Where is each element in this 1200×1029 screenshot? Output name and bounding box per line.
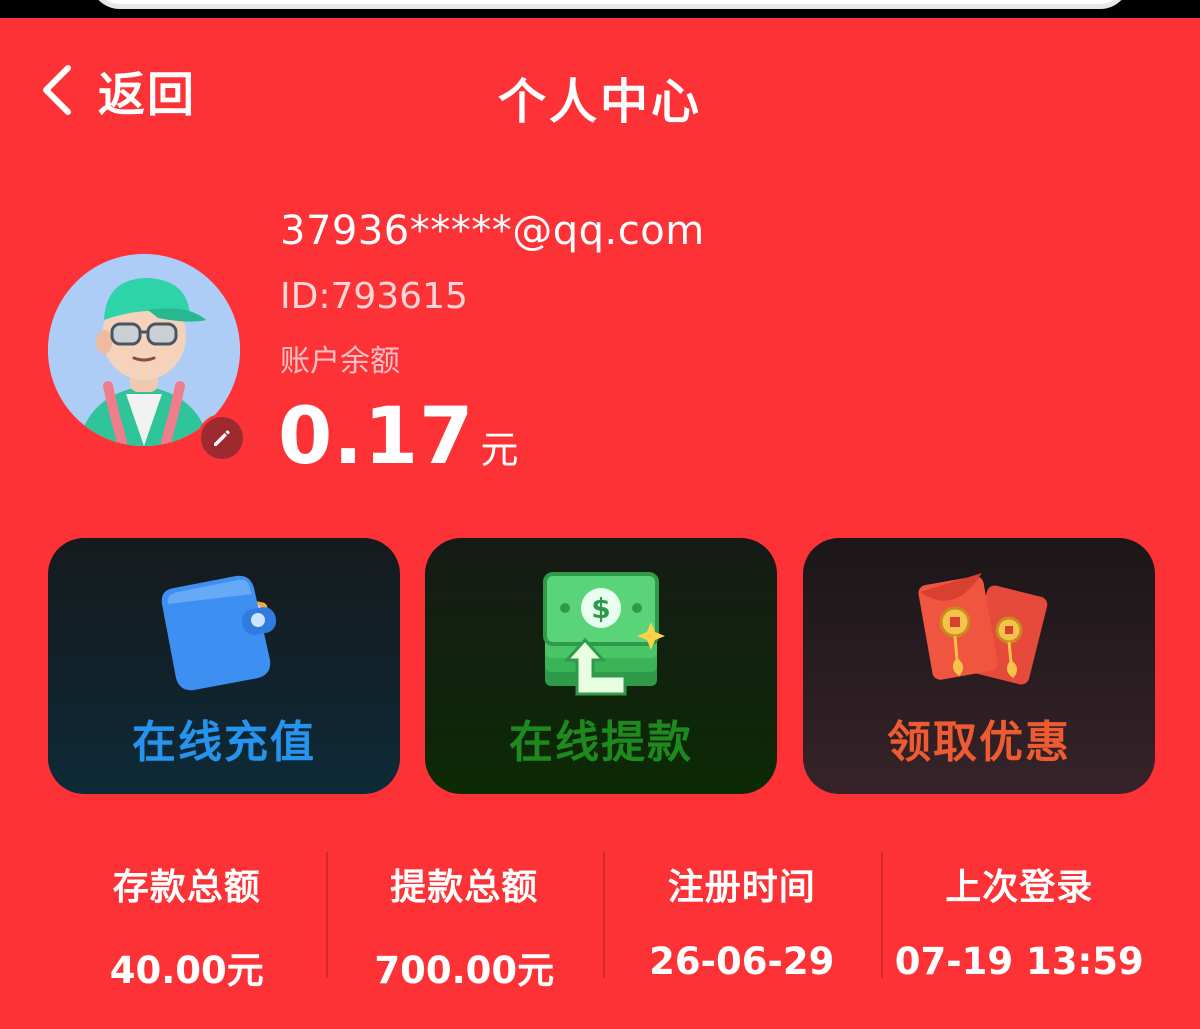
promotion-button[interactable]: 领取优惠 xyxy=(803,538,1155,794)
page-title: 个人中心 xyxy=(497,74,702,130)
stat-label: 提款总额 xyxy=(390,867,539,908)
promotion-label: 领取优惠 xyxy=(887,717,1071,768)
withdraw-button[interactable]: $ 在线提款 xyxy=(425,538,777,794)
status-bar xyxy=(0,0,1200,18)
user-id: ID:793615 xyxy=(280,276,468,317)
cash-withdraw-icon: $ xyxy=(543,572,665,696)
balance: 0.17 元 xyxy=(278,392,518,482)
stat-value: 700.00元 xyxy=(374,949,555,992)
balance-label: 账户余额 xyxy=(280,344,400,379)
balance-amount: 0.17 xyxy=(278,392,475,482)
stat-label: 上次登录 xyxy=(945,867,1094,908)
stat-label: 存款总额 xyxy=(112,867,261,908)
recharge-label: 在线充值 xyxy=(132,717,316,768)
header: 返回 个人中心 xyxy=(0,40,1200,140)
stat-label: 注册时间 xyxy=(667,867,816,908)
stat-last-login: 上次登录 07-19 13:59 xyxy=(880,850,1159,983)
svg-text:$: $ xyxy=(591,592,610,625)
withdraw-label: 在线提款 xyxy=(509,717,693,768)
balance-unit: 元 xyxy=(480,428,519,472)
device-bezel xyxy=(90,0,1130,9)
user-email: 37936*****@qq.com xyxy=(280,208,705,254)
pencil-icon xyxy=(214,430,230,446)
stat-deposit-total: 存款总额 40.00元 xyxy=(48,850,326,992)
account-stats: 存款总额 40.00元 提款总额 700.00元 注册时间 26-06-29 上… xyxy=(48,850,1159,992)
edit-avatar-button[interactable] xyxy=(198,414,246,462)
wallet-icon xyxy=(161,575,277,691)
avatar-container xyxy=(48,254,246,462)
stat-value: 26-06-29 xyxy=(649,940,835,983)
stat-value: 07-19 13:59 xyxy=(894,940,1144,983)
stat-withdraw-total: 提款总额 700.00元 xyxy=(325,850,604,992)
stat-value: 40.00元 xyxy=(109,949,264,992)
stat-register-time: 注册时间 26-06-29 xyxy=(603,850,881,983)
recharge-button[interactable]: 在线充值 xyxy=(48,538,400,794)
red-envelope-icon xyxy=(918,573,1048,685)
